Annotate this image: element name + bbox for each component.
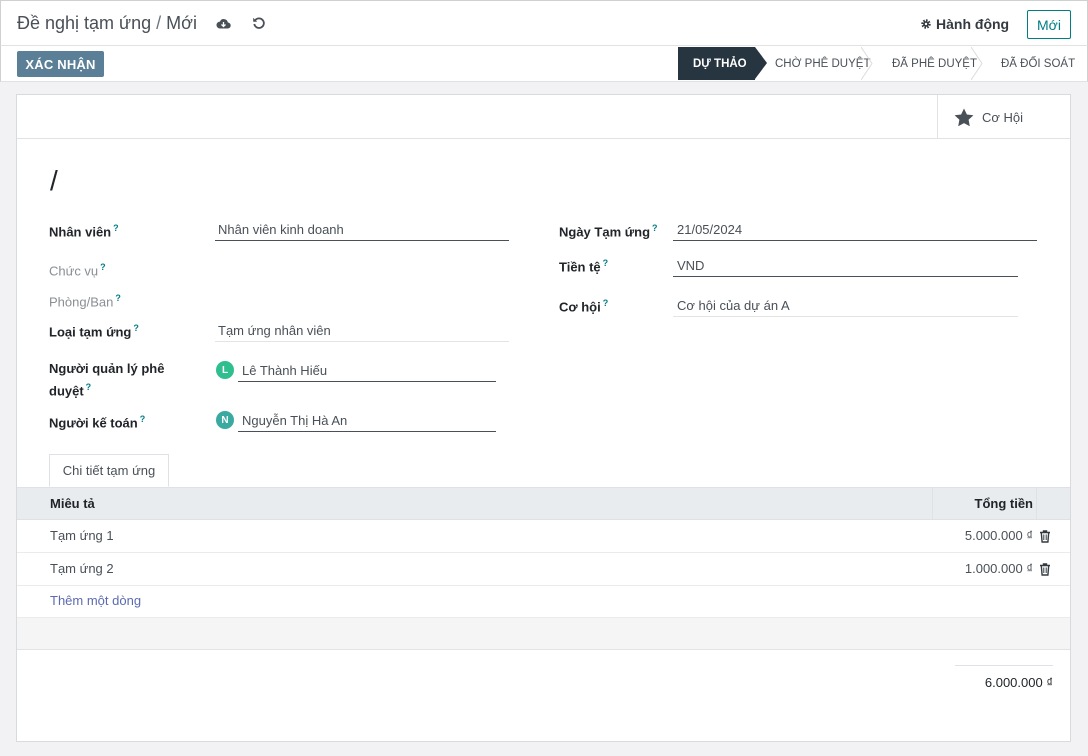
discard-undo-icon[interactable] (250, 14, 268, 32)
star-icon (954, 108, 974, 126)
tab-advance-details[interactable]: Chi tiết tạm ứng (49, 454, 169, 487)
stage-label: ĐÃ PHÊ DUYỆT (892, 57, 977, 70)
accountant-field[interactable]: Nguyễn Thị Hà An (238, 410, 496, 432)
avatar: N (216, 411, 234, 429)
opportunity-label: Cơ hội? (559, 298, 609, 315)
avatar: L (216, 361, 234, 379)
help-tooltip-icon[interactable]: ? (652, 223, 658, 233)
opportunity-field[interactable]: Cơ hội của dự án A (673, 295, 1018, 317)
smart-button-label: Cơ Hội (982, 109, 1024, 125)
advance-date-label: Ngày Tạm ứng? (559, 223, 658, 240)
table-row[interactable]: Tạm ứng 2 1.000.000 ₫ (17, 553, 1070, 586)
breadcrumb-current: Mới (166, 13, 197, 33)
help-tooltip-icon[interactable]: ? (86, 382, 92, 392)
line-description: Tạm ứng 1 (50, 528, 114, 543)
column-total-header[interactable]: Tổng tiền (975, 496, 1034, 511)
help-tooltip-icon[interactable]: ? (603, 258, 609, 268)
breadcrumb-separator: / (156, 13, 162, 33)
line-description: Tạm ứng 2 (50, 561, 114, 576)
help-tooltip-icon[interactable]: ? (133, 323, 139, 333)
advance-type-label: Loại tạm ứng? (49, 323, 139, 340)
approver-field[interactable]: Lê Thành Hiếu (238, 360, 496, 382)
employee-field[interactable]: Nhân viên kinh doanh (215, 219, 509, 241)
save-cloud-icon[interactable] (214, 14, 232, 32)
control-panel: Đề nghị tạm ứng / Mới Hành động Mới (0, 0, 1088, 46)
add-line-link[interactable]: Thêm một dòng (50, 593, 141, 608)
stage-reconciled[interactable]: ĐÃ ĐỐI SOÁT (982, 47, 1086, 80)
smart-button-box: Cơ Hội (17, 95, 1070, 139)
currency-field[interactable]: VND (673, 255, 1018, 277)
action-menu-button[interactable]: Hành động (920, 16, 1009, 32)
table-footer-row (17, 617, 1070, 650)
record-title: / (50, 165, 58, 196)
stage-approved[interactable]: ĐÃ PHÊ DUYỆT (872, 47, 983, 80)
stage-label: CHỜ PHÊ DUYỆT (775, 57, 871, 70)
lines-table-header: Miêu tả Tổng tiền (17, 487, 1070, 520)
line-amount: 5.000.000 ₫ (964, 528, 1033, 543)
confirm-button[interactable]: XÁC NHẬN (17, 51, 104, 77)
opportunity-smart-button[interactable]: Cơ Hội (937, 95, 1070, 139)
action-menu-label: Hành động (936, 16, 1010, 32)
stage-label: ĐÃ ĐỐI SOÁT (1001, 57, 1076, 70)
stage-label: DỰ THẢO (693, 57, 747, 70)
job-position-label: Chức vụ? (49, 262, 106, 279)
column-description-header[interactable]: Miêu tả (50, 496, 95, 511)
column-divider (932, 488, 933, 519)
help-tooltip-icon[interactable]: ? (113, 223, 119, 233)
help-tooltip-icon[interactable]: ? (100, 262, 106, 272)
department-label: Phòng/Ban? (49, 293, 121, 310)
column-divider (1036, 488, 1037, 519)
stage-pipeline: DỰ THẢO CHỜ PHÊ DUYỆT ĐÃ PHÊ DUYỆT ĐÃ ĐỐ… (678, 47, 1086, 80)
help-tooltip-icon[interactable]: ? (603, 298, 609, 308)
table-row[interactable]: Tạm ứng 1 5.000.000 ₫ (17, 520, 1070, 553)
breadcrumb: Đề nghị tạm ứng / Mới (17, 13, 197, 34)
accountant-label: Người kế toán? (49, 414, 146, 431)
approver-label: Người quản lý phê duyệt? (49, 361, 165, 399)
advance-date-field[interactable]: 21/05/2024 (673, 219, 1037, 241)
new-button[interactable]: Mới (1027, 10, 1071, 39)
line-amount: 1.000.000 ₫ (964, 561, 1033, 576)
advance-type-field[interactable]: Tạm ứng nhân viên (215, 320, 509, 342)
form-sheet: Cơ Hội / Nhân viên? Nhân viên kinh doanh… (16, 94, 1071, 742)
trash-icon[interactable] (1039, 563, 1051, 576)
help-tooltip-icon[interactable]: ? (115, 293, 121, 303)
help-tooltip-icon[interactable]: ? (140, 414, 146, 424)
stage-waiting-approval[interactable]: CHỜ PHÊ DUYỆT (755, 47, 873, 80)
stage-draft[interactable]: DỰ THẢO (678, 47, 767, 80)
status-bar: XÁC NHẬN DỰ THẢO CHỜ PHÊ DUYỆT ĐÃ PHÊ DU… (0, 46, 1088, 82)
gear-icon (921, 19, 931, 29)
breadcrumb-parent[interactable]: Đề nghị tạm ứng (17, 13, 151, 33)
employee-label: Nhân viên? (49, 223, 119, 240)
grand-total: 6.000.000 ₫ (955, 665, 1053, 695)
trash-icon[interactable] (1039, 530, 1051, 543)
currency-label: Tiền tệ? (559, 258, 609, 275)
